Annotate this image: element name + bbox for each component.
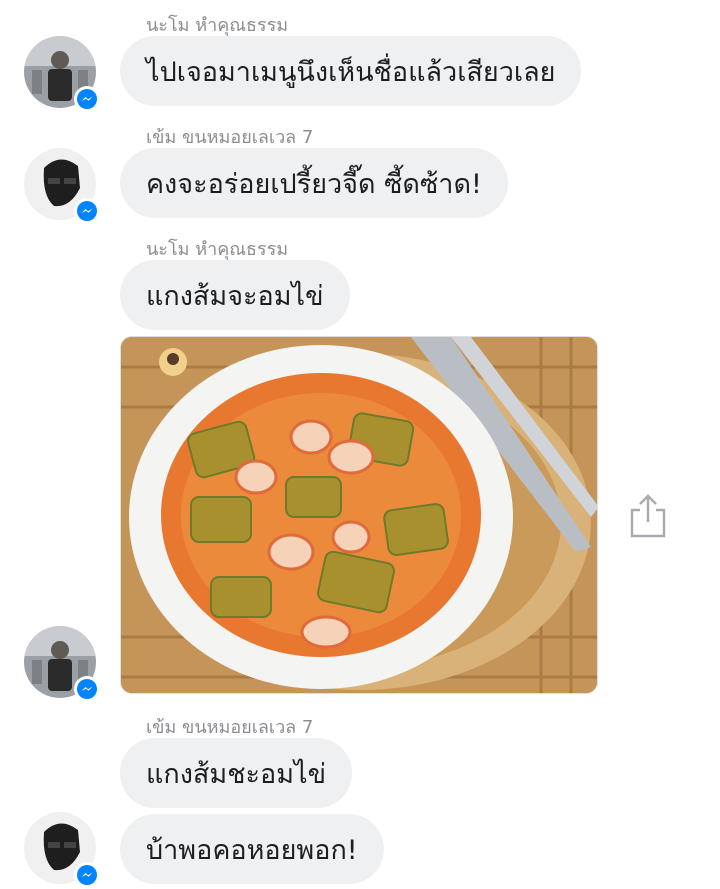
message-bubble[interactable]: บ้าพอคอหอยพอก! — [120, 814, 384, 884]
message-bubble[interactable]: แกงส้มจะอมไข่ — [120, 260, 350, 330]
avatar[interactable] — [24, 36, 100, 112]
share-icon[interactable] — [628, 492, 668, 540]
message-bubble[interactable]: คงจะอร่อยเปรี้ยวจี๊ด ซี้ดซ้าด! — [120, 148, 508, 218]
avatar[interactable] — [24, 148, 100, 224]
avatar[interactable] — [24, 626, 100, 702]
message-bubble[interactable]: ไปเจอมาเมนูนึงเห็นชื่อแล้วเสียวเลย — [120, 36, 582, 106]
sender-name: เข้ม ขนหมอยเลเวล 7 — [146, 127, 314, 148]
sender-name: นะโม หำคุณธรรม — [146, 239, 289, 260]
messenger-icon — [74, 86, 100, 112]
sender-name: เข้ม ขนหมอยเลเวล 7 — [146, 717, 314, 738]
messenger-icon — [74, 198, 100, 224]
messenger-icon — [74, 676, 100, 702]
curry-bowl-photo — [121, 337, 597, 693]
messenger-icon — [74, 862, 100, 888]
shared-food-photo[interactable] — [120, 336, 598, 694]
sender-name: นะโม หำคุณธรรม — [146, 15, 289, 36]
avatar[interactable] — [24, 812, 100, 888]
message-bubble[interactable]: แกงส้มชะอมไข่ — [120, 738, 353, 808]
